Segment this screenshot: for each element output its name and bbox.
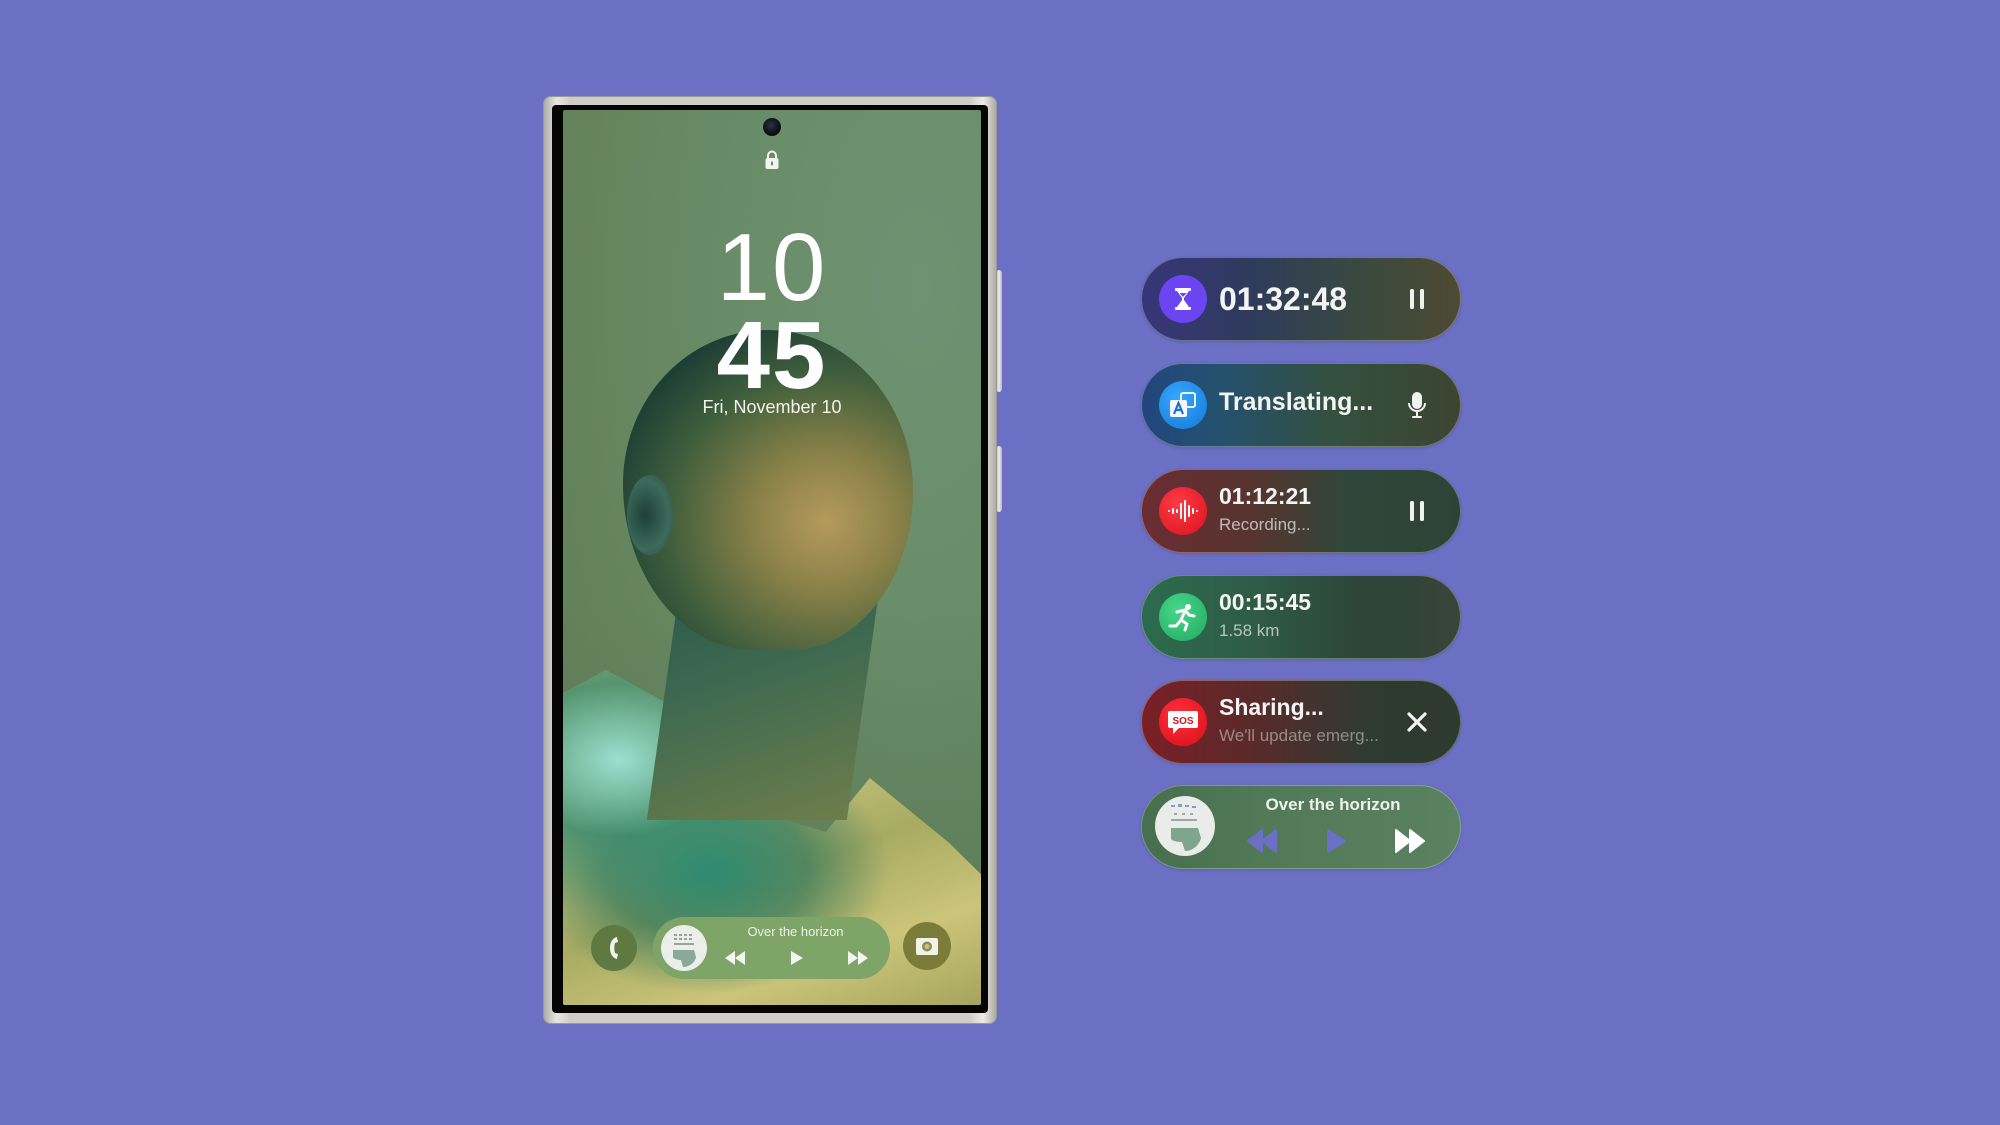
translate-icon-badge — [1159, 381, 1207, 429]
rewind-icon[interactable] — [1245, 828, 1279, 854]
front-camera — [763, 118, 781, 136]
recorder-pill[interactable]: 01:12:21 Recording... — [1141, 469, 1461, 553]
phone-device: 10 45 Fri, November 10 Over the horizon — [543, 96, 997, 1024]
workout-pill[interactable]: 00:15:45 1.58 km — [1141, 575, 1461, 659]
sharing-detail: We'll update emerg... — [1219, 726, 1379, 745]
media-title: Over the horizon — [747, 924, 844, 939]
sound-wave-icon — [1168, 500, 1198, 522]
clock-minutes: 45 — [716, 302, 828, 409]
lock-date: Fri, November 10 — [702, 397, 842, 417]
album-art — [1155, 796, 1215, 856]
microphone-button[interactable] — [1397, 385, 1437, 425]
translate-pill[interactable]: Translating... — [1141, 363, 1461, 447]
recording-status: Recording... — [1219, 515, 1311, 534]
pause-button[interactable] — [1397, 279, 1437, 319]
lock-icon — [563, 150, 981, 175]
translate-icon — [1170, 392, 1196, 417]
hourglass-icon — [1175, 288, 1191, 310]
timer-icon-badge — [1159, 275, 1207, 323]
recorder-icon-badge — [1159, 487, 1207, 535]
workout-time: 00:15:45 — [1219, 589, 1312, 615]
phone-shortcut[interactable] — [591, 925, 637, 971]
play-icon[interactable] — [1325, 828, 1347, 854]
media-title: Over the horizon — [1265, 795, 1401, 814]
recording-time: 01:12:21 — [1219, 483, 1312, 509]
play-icon[interactable] — [790, 950, 804, 966]
translate-status: Translating... — [1219, 388, 1374, 416]
phone-bezel: 10 45 Fri, November 10 Over the horizon — [552, 105, 988, 1013]
timer-time: 01:32:48 — [1219, 281, 1348, 317]
lockscreen-media-widget[interactable]: Over the horizon — [653, 917, 890, 979]
album-art — [661, 925, 707, 971]
workout-icon-badge — [1159, 593, 1207, 641]
wallpaper-ear — [627, 475, 673, 555]
media-pill[interactable]: Over the horizon — [1141, 785, 1461, 869]
pause-button[interactable] — [1397, 491, 1437, 531]
camera-shortcut[interactable] — [903, 922, 951, 970]
close-button[interactable] — [1397, 702, 1437, 742]
rewind-icon[interactable] — [723, 950, 747, 966]
emergency-sharing-pill[interactable]: SOS Sharing... We'll update emerg... — [1141, 680, 1461, 764]
pause-icon — [1410, 289, 1424, 309]
workout-distance: 1.58 km — [1219, 621, 1280, 640]
timer-pill[interactable]: 01:32:48 — [1141, 257, 1461, 341]
sharing-status: Sharing... — [1219, 694, 1324, 720]
close-icon — [1407, 712, 1427, 732]
lock-screen: 10 45 Fri, November 10 Over the horizon — [563, 110, 981, 1005]
sos-icon-badge: SOS — [1159, 698, 1207, 746]
pause-icon — [1410, 501, 1424, 521]
running-icon — [1168, 604, 1196, 632]
camera-icon — [916, 938, 938, 955]
sos-icon: SOS — [1168, 711, 1198, 734]
fast-forward-icon[interactable] — [846, 950, 870, 966]
phone-icon — [610, 937, 618, 959]
fast-forward-icon[interactable] — [1393, 828, 1427, 854]
microphone-icon — [1408, 392, 1426, 418]
svg-text:SOS: SOS — [1172, 716, 1193, 727]
